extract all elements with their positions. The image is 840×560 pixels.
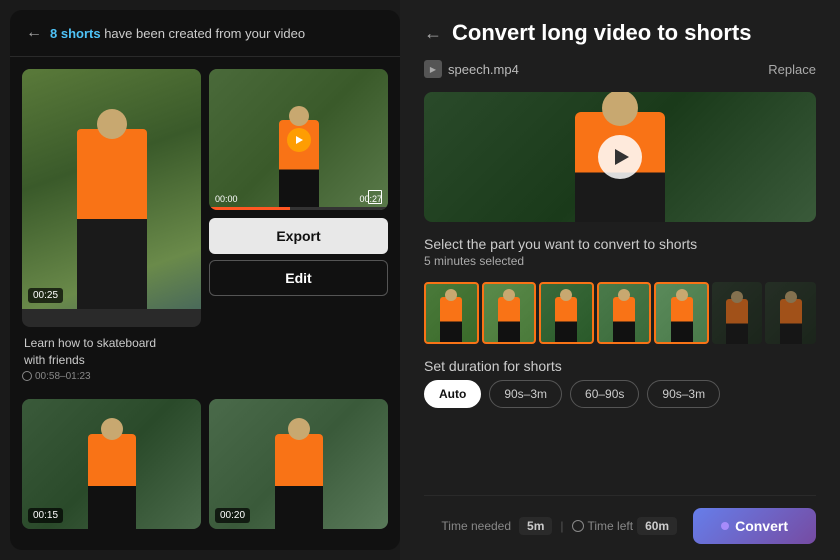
header-text: 8 shorts have been created from your vid… xyxy=(50,26,305,41)
selected-text: 5 minutes selected xyxy=(424,254,816,268)
edit-button[interactable]: Edit xyxy=(209,260,388,296)
thumb-actions: Export Edit xyxy=(209,218,388,327)
thumb-bg-large: 00:25 xyxy=(22,69,201,309)
film-frame-0[interactable] xyxy=(424,282,479,344)
file-info: ▶ speech.mp4 xyxy=(424,60,519,78)
filmstrip[interactable] xyxy=(424,282,816,344)
time-left-value: 60m xyxy=(637,517,677,535)
timestamp-badge-3: 00:20 xyxy=(215,508,250,523)
person-head-large xyxy=(97,109,127,139)
export-button[interactable]: Export xyxy=(209,218,388,254)
time-needed-label: Time needed xyxy=(441,519,511,533)
film-person-6 xyxy=(780,299,802,344)
shorts-count: 8 shorts xyxy=(50,26,101,41)
film-person-4 xyxy=(671,297,693,342)
duration-90s3m-1[interactable]: 90s–3m xyxy=(489,380,562,408)
left-header: ← 8 shorts have been created from your v… xyxy=(10,10,400,57)
video-preview xyxy=(424,92,816,222)
timestamp-badge-2: 00:15 xyxy=(28,508,63,523)
caption-timerange: 00:58–01:23 xyxy=(35,371,91,382)
page-title: Convert long video to shorts xyxy=(452,20,751,46)
film-head-4 xyxy=(676,289,688,301)
right-panel: ← Convert long video to shorts ▶ speech.… xyxy=(400,0,840,560)
duration-label: Set duration for shorts xyxy=(424,358,816,374)
time-info: Time needed 5m | Time left 60m xyxy=(441,517,677,535)
video-person-head xyxy=(602,92,638,126)
thumbnail-large[interactable]: 00:25 xyxy=(22,69,201,327)
time-left-label: Time left xyxy=(588,519,634,533)
clock-icon-right xyxy=(572,520,584,532)
film-frame-6[interactable] xyxy=(765,282,816,344)
person-head-top-right xyxy=(289,106,309,126)
duration-90s3m-2[interactable]: 90s–3m xyxy=(647,380,720,408)
time-divider: | xyxy=(560,519,563,533)
person-head-bottom-right xyxy=(288,418,310,440)
person-silhouette-large xyxy=(77,129,147,309)
select-section: Select the part you want to convert to s… xyxy=(424,236,816,268)
caption-time: 00:58–01:23 xyxy=(22,371,201,382)
back-arrow-right[interactable]: ← xyxy=(424,23,442,44)
time-left-info: Time left 60m xyxy=(572,517,678,535)
play-btn-top-right[interactable] xyxy=(287,128,311,152)
film-head-2 xyxy=(560,289,572,301)
file-name: speech.mp4 xyxy=(448,62,519,77)
duration-section: Set duration for shorts Auto 90s–3m 60–9… xyxy=(424,358,816,408)
convert-button[interactable]: Convert xyxy=(693,508,816,544)
caption-text: Learn how to skateboardwith friends xyxy=(22,335,201,371)
file-icon: ▶ xyxy=(424,60,442,78)
time-start: 00:00 xyxy=(215,194,238,204)
caption-area: Learn how to skateboardwith friends 00:5… xyxy=(22,335,201,391)
film-frame-1[interactable] xyxy=(482,282,537,344)
duration-60-90s[interactable]: 60–90s xyxy=(570,380,639,408)
film-head-3 xyxy=(618,289,630,301)
convert-btn-label: Convert xyxy=(735,518,788,534)
film-frame-4[interactable] xyxy=(654,282,709,344)
select-label: Select the part you want to convert to s… xyxy=(424,236,816,252)
person-head-bottom-left xyxy=(101,418,123,440)
person-bottom-right xyxy=(275,434,323,529)
progress-bar xyxy=(209,207,388,210)
film-person-0 xyxy=(440,297,462,342)
file-row: ▶ speech.mp4 Replace xyxy=(424,60,816,78)
bottom-bar: Time needed 5m | Time left 60m Convert xyxy=(424,495,816,544)
duration-auto[interactable]: Auto xyxy=(424,380,481,408)
film-frame-5[interactable] xyxy=(712,282,763,344)
replace-button[interactable]: Replace xyxy=(768,62,816,77)
time-needed-value: 5m xyxy=(519,517,552,535)
thumbnail-top-right[interactable]: 00:00 00:27 xyxy=(209,69,388,210)
time-range-display: 00:00 00:27 xyxy=(215,194,382,204)
film-head-0 xyxy=(445,289,457,301)
film-head-6 xyxy=(785,291,797,303)
back-arrow-left[interactable]: ← xyxy=(26,24,42,42)
bottom-row: 00:15 00:20 xyxy=(22,399,388,538)
film-head-5 xyxy=(731,291,743,303)
film-frame-3[interactable] xyxy=(597,282,652,344)
thumbnail-grid: 00:25 Learn how to skateboardwith friend… xyxy=(10,57,400,550)
left-panel: ← 8 shorts have been created from your v… xyxy=(10,10,400,550)
video-play-button[interactable] xyxy=(598,135,642,179)
film-frame-2[interactable] xyxy=(539,282,594,344)
film-person-5 xyxy=(726,299,748,344)
progress-fill xyxy=(209,207,290,210)
thumbnail-bottom-left[interactable]: 00:15 xyxy=(22,399,201,529)
film-person-3 xyxy=(613,297,635,342)
film-person-1 xyxy=(498,297,520,342)
film-head-1 xyxy=(503,289,515,301)
header-suffix: have been created from your video xyxy=(104,26,305,41)
duration-options: Auto 90s–3m 60–90s 90s–3m xyxy=(424,380,816,408)
right-header: ← Convert long video to shorts xyxy=(424,20,816,46)
thumbnail-bottom-right[interactable]: 00:20 xyxy=(209,399,388,529)
convert-btn-dot xyxy=(721,522,729,530)
fullscreen-icon[interactable] xyxy=(368,190,382,204)
person-bottom-left xyxy=(88,434,136,529)
clock-icon xyxy=(22,371,32,381)
film-person-2 xyxy=(555,297,577,342)
timestamp-badge-0: 00:25 xyxy=(28,288,63,303)
